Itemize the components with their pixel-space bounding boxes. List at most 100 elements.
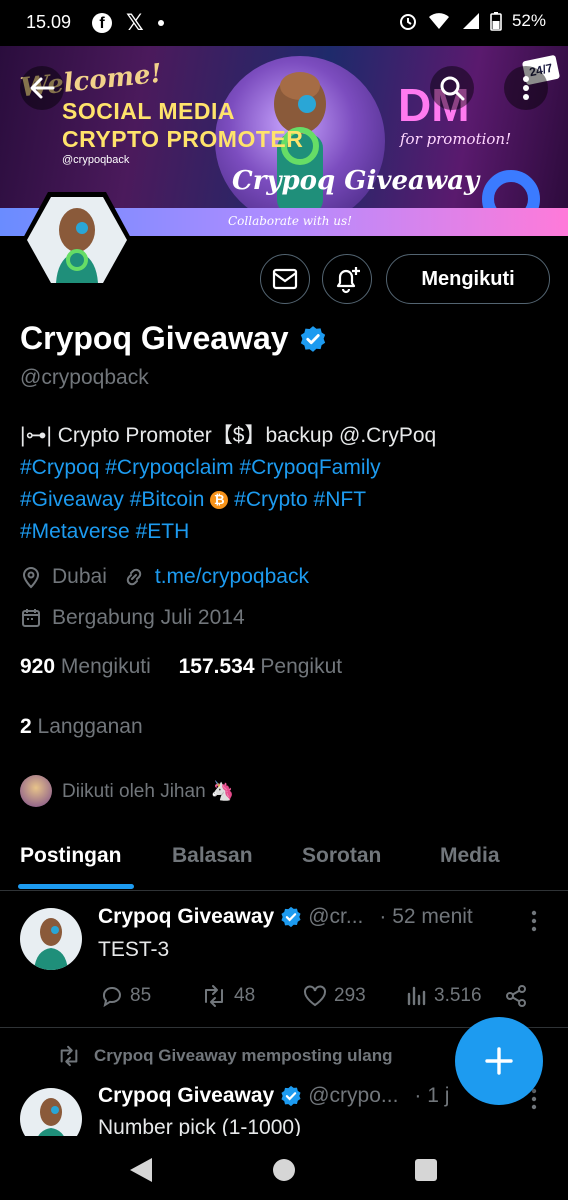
banner-for-promotion: for promotion! <box>400 130 512 148</box>
post-author-name[interactable]: Crypoq Giveaway <box>98 1084 274 1108</box>
bio-hashtags-line-1: #Crypoq #Crypoqclaim #CrypoqFamily <box>20 452 550 484</box>
signal-icon <box>462 13 479 29</box>
hashtag-link[interactable]: #NFT <box>314 488 367 511</box>
nav-back-icon[interactable] <box>128 1156 154 1184</box>
profile-location: Dubai <box>52 565 107 588</box>
subscriptions-label: Langganan <box>37 715 143 738</box>
post-time: · 52 menit <box>379 905 473 928</box>
facebook-icon: f <box>92 13 112 33</box>
more-options-button[interactable] <box>504 66 548 110</box>
bio-hashtags-line-2: #Giveaway #Bitcoin ₿ #Crypto #NFT <box>20 484 550 516</box>
post-text: TEST-3 <box>98 938 170 961</box>
hashtag-link[interactable]: #Metaverse <box>20 520 130 543</box>
subscriptions-link[interactable]: 2 Langganan <box>20 715 143 739</box>
views-button[interactable]: 3.516 <box>406 984 482 1008</box>
post-avatar[interactable] <box>20 908 82 970</box>
banner-name: Crypoq Giveaway <box>232 166 480 196</box>
hashtag-link[interactable]: #Crypoqclaim <box>105 456 233 479</box>
arrow-left-icon <box>30 77 55 99</box>
back-button[interactable] <box>20 66 64 110</box>
status-bar: 15.09 f 𝕏 52% <box>0 0 568 46</box>
compose-post-button[interactable] <box>455 1017 543 1105</box>
hashtag-link[interactable]: #Crypto <box>234 488 308 511</box>
repost-context: Crypoq Giveaway memposting ulang <box>56 1045 393 1067</box>
system-navigation-bar <box>0 1136 568 1200</box>
post-author-handle: @crypo... <box>308 1084 399 1107</box>
bio-line: |⊶| Crypto Promoter【$】backup @.CryPoq <box>20 424 437 447</box>
wifi-icon <box>428 13 449 29</box>
profile-handle: @crypoqback <box>20 366 149 389</box>
repost-button[interactable]: 48 <box>200 984 255 1008</box>
alarm-icon <box>399 14 416 30</box>
post-author-name[interactable]: Crypoq Giveaway <box>98 905 274 929</box>
followers-count-link[interactable]: 157.534 Pengikut <box>179 655 343 678</box>
verified-badge-icon <box>300 325 325 352</box>
search-button[interactable] <box>430 66 474 110</box>
followed-by-row[interactable]: Diikuti oleh Jihan 🦄 <box>20 775 235 807</box>
calendar-icon <box>22 609 40 627</box>
bio-hashtags-line-3: #Metaverse #ETH <box>20 516 550 548</box>
nav-recents-icon[interactable] <box>414 1158 438 1182</box>
status-system-icons: 52% <box>398 11 546 31</box>
tab-sorotan[interactable]: Sorotan <box>302 844 381 868</box>
nav-home-icon[interactable] <box>272 1158 296 1182</box>
banner-headline-2: CRYPTO PROMOTER <box>62 126 304 152</box>
post-more-button[interactable] <box>530 1088 538 1115</box>
post-header: Crypoq Giveaway @cr... · 52 menit <box>98 905 473 929</box>
like-count: 293 <box>334 985 366 1006</box>
views-chart-icon <box>407 986 426 1006</box>
hashtag-link[interactable]: #CrypoqFamily <box>239 456 380 479</box>
share-icon <box>506 985 526 1007</box>
like-button[interactable]: 293 <box>302 984 366 1008</box>
bitcoin-emoji: ₿ <box>210 491 229 509</box>
profile-avatar[interactable] <box>20 190 134 290</box>
battery-percent: 52% <box>511 11 546 30</box>
more-vertical-icon <box>523 76 529 100</box>
dot-icon <box>157 20 164 26</box>
post-author-handle: @cr... <box>308 905 364 928</box>
link-icon <box>126 568 142 586</box>
follower-avatar <box>20 775 52 807</box>
hashtag-link[interactable]: #Crypoq <box>20 456 99 479</box>
status-time: 15.09 <box>26 12 72 32</box>
profile-name: Crypoq Giveaway <box>20 320 289 356</box>
tab-media[interactable]: Media <box>440 844 500 868</box>
reply-button[interactable]: 85 <box>100 984 151 1008</box>
share-button[interactable] <box>504 984 528 1013</box>
profile-joined-date: Bergabung Juli 2014 <box>52 606 245 629</box>
following-count-link[interactable]: 920 Mengikuti <box>20 655 151 678</box>
hashtag-link[interactable]: #ETH <box>136 520 190 543</box>
following-button[interactable]: Mengikuti <box>386 254 550 304</box>
hashtag-link[interactable]: #Giveaway <box>20 488 124 511</box>
profile-meta-row: Dubai t.me/crypoqback <box>20 565 309 589</box>
profile-bio: |⊶| Crypto Promoter【$】backup @.CryPoq #C… <box>20 420 550 548</box>
verified-badge-icon <box>281 1085 301 1107</box>
location-pin-icon <box>22 567 40 589</box>
reply-count: 85 <box>130 985 152 1006</box>
message-button[interactable] <box>260 254 310 304</box>
post-more-button[interactable] <box>530 910 538 937</box>
plus-icon <box>485 1047 513 1075</box>
banner-headline-1: SOCIAL MEDIA <box>62 98 235 124</box>
subscriptions-count: 2 <box>20 715 32 738</box>
profile-tabs: Postingan Balasan Sorotan Media <box>0 830 568 891</box>
bell-plus-icon <box>336 267 360 294</box>
views-count: 3.516 <box>434 985 482 1006</box>
post-header: Crypoq Giveaway @crypo... · 1 j <box>98 1084 449 1108</box>
followed-by-text: Diikuti oleh Jihan 🦄 <box>62 781 235 802</box>
more-vertical-icon <box>531 910 537 932</box>
mail-icon <box>272 268 298 290</box>
tab-postingan[interactable]: Postingan <box>20 844 122 868</box>
heart-icon <box>304 985 326 1007</box>
profile-website-link[interactable]: t.me/crypoqback <box>155 565 309 589</box>
repost-context-text[interactable]: Crypoq Giveaway memposting ulang <box>94 1046 393 1066</box>
x-logo-icon: 𝕏 <box>126 10 144 35</box>
tab-balasan[interactable]: Balasan <box>172 844 253 868</box>
reply-icon <box>102 987 121 1008</box>
banner-collab-text: Collaborate with us! <box>228 214 352 228</box>
more-vertical-icon <box>531 1088 537 1110</box>
status-notification-icons: f 𝕏 <box>92 10 164 36</box>
notifications-button[interactable] <box>322 254 372 304</box>
battery-icon <box>490 12 502 31</box>
hashtag-link[interactable]: #Bitcoin <box>130 488 205 511</box>
